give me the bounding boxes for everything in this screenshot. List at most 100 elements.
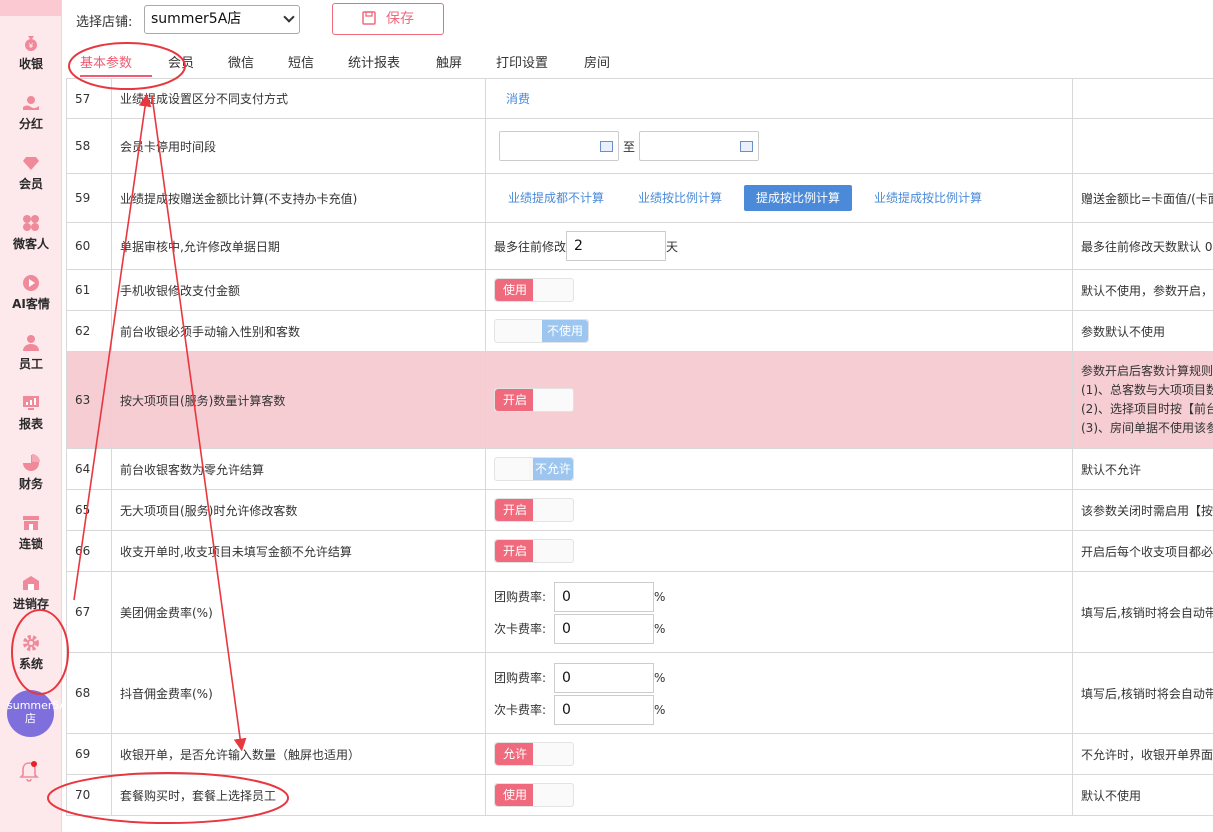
option-perf-commission-ratio[interactable]: 业绩提成按比例计算 — [862, 185, 994, 211]
start-date-input[interactable] — [499, 131, 619, 161]
option-no-calc[interactable]: 业绩提成都不计算 — [496, 185, 616, 211]
param-desc: 参数开启后客数计算规则 (1)、总客数与大项项目数 (2)、选择项目时按【前台 … — [1072, 351, 1213, 449]
days-unit: 天 — [666, 239, 679, 254]
params-table-wrap: 57 业绩提成设置区分不同支付方式 消费 58 会员卡停用时间段 至 59 业绩… — [66, 78, 1213, 816]
toggle-label: 使用 — [495, 784, 535, 806]
money-bag-icon: ¥ — [25, 36, 37, 51]
sidebar-item-chain[interactable]: 连锁 — [0, 504, 62, 564]
sidebar-item-label: 进销存 — [12, 597, 49, 611]
sidebar-item-staff[interactable]: 员工 — [0, 324, 62, 384]
param-desc: 参数默认不使用 — [1072, 310, 1213, 352]
table-row: 61 手机收银修改支付金额 使用 默认不使用，参数开启， — [66, 269, 1213, 311]
toggle-label: 开启 — [495, 499, 535, 521]
hand-coin-icon — [23, 96, 39, 110]
tab-room[interactable]: 房间 — [584, 52, 610, 71]
bell-icon[interactable] — [18, 760, 40, 782]
param-name: 按大项项目(服务)数量计算客数 — [111, 351, 486, 449]
douyin-group-rate-input[interactable]: 0 — [554, 662, 654, 693]
douyin-card-rate-input[interactable]: 0 — [554, 694, 654, 725]
tab-print-settings[interactable]: 打印设置 — [496, 52, 548, 71]
store-select[interactable]: summer5A店 — [144, 5, 300, 34]
meituan-card-rate-input[interactable]: 0 — [554, 613, 654, 644]
sidebar-item-dividend[interactable]: 分红 — [0, 84, 62, 144]
date-range-separator: 至 — [623, 139, 636, 154]
row-number: 57 — [66, 78, 112, 119]
consume-link[interactable]: 消费 — [506, 92, 530, 106]
toggle-switch[interactable]: 不允许 — [494, 457, 574, 481]
toggle-label: 使用 — [495, 279, 535, 301]
row-number: 69 — [66, 733, 112, 775]
sidebar-item-label: 会员 — [18, 177, 43, 191]
table-row: 67 美团佣金费率(%) 团购费率: 0% 次卡费率: 0% 填写后,核销时将会自动… — [66, 571, 1213, 653]
sidebar-item-label: 报表 — [18, 417, 43, 431]
play-circle-icon — [23, 275, 39, 291]
toggle-switch[interactable]: 开启 — [494, 388, 574, 412]
sidebar-item-cashier[interactable]: ¥ 收银 — [0, 24, 62, 84]
option-perf-ratio[interactable]: 业绩按比例计算 — [626, 185, 734, 211]
percent-sign: % — [654, 621, 666, 636]
percent-sign: % — [654, 670, 666, 685]
sidebar-item-label: 员工 — [18, 357, 43, 371]
clover-icon — [23, 215, 39, 231]
toggle-switch[interactable]: 使用 — [494, 783, 574, 807]
row-number: 58 — [66, 118, 112, 174]
row-number: 67 — [66, 571, 112, 653]
table-row: 65 无大项项目(服务)时允许修改客数 开启 该参数关闭时需启用【按 — [66, 489, 1213, 531]
param-name: 套餐购买时，套餐上选择员工 — [111, 774, 486, 816]
table-row: 62 前台收银必须手动输入性别和客数 不使用 参数默认不使用 — [66, 310, 1213, 352]
sidebar-item-label: 系统 — [18, 657, 43, 671]
tab-basic-params[interactable]: 基本参数 — [80, 52, 132, 71]
toggle-label: 允许 — [495, 743, 535, 765]
group-rate-label: 团购费率: — [494, 670, 547, 685]
param-desc: 填写后,核销时将会自动带 — [1072, 571, 1213, 653]
toggle-switch[interactable]: 不使用 — [494, 319, 589, 343]
toggle-label: 开启 — [495, 540, 535, 562]
param-name: 收银开单，是否允许输入数量（触屏也适用） — [111, 733, 486, 775]
sidebar-item-inventory[interactable]: 进销存 — [0, 564, 62, 624]
sidebar-item-label: 分红 — [18, 117, 43, 131]
tab-sms[interactable]: 短信 — [288, 52, 314, 71]
pie-chart-icon — [23, 454, 40, 471]
sidebar-item-ai-customer[interactable]: AI客情 — [0, 264, 62, 324]
toggle-switch[interactable]: 开启 — [494, 539, 574, 563]
params-table: 57 业绩提成设置区分不同支付方式 消费 58 会员卡停用时间段 至 59 业绩… — [66, 78, 1213, 816]
sidebar-item-micro-guest[interactable]: 微客人 — [0, 204, 62, 264]
sidebar-item-label: 收银 — [18, 57, 43, 71]
store-avatar[interactable]: summer5A店 — [7, 690, 67, 737]
calendar-icon[interactable] — [600, 141, 613, 152]
meituan-group-rate-input[interactable]: 0 — [554, 581, 654, 612]
table-row: 59 业绩提成按赠送金额比计算(不支持办卡充值) 业绩提成都不计算 业绩按比例计算… — [66, 173, 1213, 223]
calendar-icon[interactable] — [740, 141, 754, 152]
settings-tabs: 基本参数 会员 微信 短信 统计报表 触屏 打印设置 房间 — [62, 40, 1213, 78]
toggle-switch[interactable]: 使用 — [494, 278, 574, 302]
param-name: 抖音佣金费率(%) — [111, 652, 486, 734]
tab-stat-report[interactable]: 统计报表 — [348, 52, 400, 71]
toggle-switch[interactable]: 开启 — [494, 498, 574, 522]
sidebar-item-finance[interactable]: 财务 — [0, 444, 62, 504]
sidebar-item-member[interactable]: 会员 — [0, 144, 62, 204]
param-desc: 赠送金额比=卡面值/(卡面值 — [1072, 173, 1213, 223]
sidebar-item-system[interactable]: 系统 — [0, 624, 62, 684]
end-date-input[interactable] — [639, 131, 760, 161]
save-button-label: 保存 — [386, 11, 414, 27]
sidebar-item-report[interactable]: 报表 — [0, 384, 62, 444]
row-number: 62 — [66, 310, 112, 352]
tab-wechat[interactable]: 微信 — [228, 52, 254, 71]
toggle-label: 不允许 — [533, 458, 573, 480]
option-commission-ratio[interactable]: 提成按比例计算 — [744, 185, 853, 211]
param-name: 美团佣金费率(%) — [111, 571, 486, 653]
diamond-icon — [23, 157, 39, 170]
max-days-input[interactable]: 2 — [566, 231, 667, 261]
table-row: 63 按大项项目(服务)数量计算客数 开启 参数开启后客数计算规则 (1)、总客… — [66, 351, 1213, 449]
save-button[interactable]: 保存 — [332, 3, 444, 35]
tab-member[interactable]: 会员 — [168, 52, 194, 71]
row-number: 59 — [66, 173, 112, 223]
tab-touchscreen[interactable]: 触屏 — [436, 52, 462, 71]
toggle-label: 开启 — [495, 389, 535, 411]
param-name: 业绩提成按赠送金额比计算(不支持办卡充值) — [111, 173, 486, 223]
table-row: 60 单据审核中,允许修改单据日期 最多往前修改 2 天 最多往前修改天数默认 0 — [66, 222, 1213, 270]
row-number: 66 — [66, 530, 112, 572]
sidebar: ¥ 收银 分红 会员 微客人 AI客情 员工 报表 财务 连锁 进销存 系统 s… — [0, 0, 67, 832]
table-row: 68 抖音佣金费率(%) 团购费率: 0% 次卡费率: 0% 填写后,核销时将会自动… — [66, 652, 1213, 734]
toggle-switch[interactable]: 允许 — [494, 742, 574, 766]
